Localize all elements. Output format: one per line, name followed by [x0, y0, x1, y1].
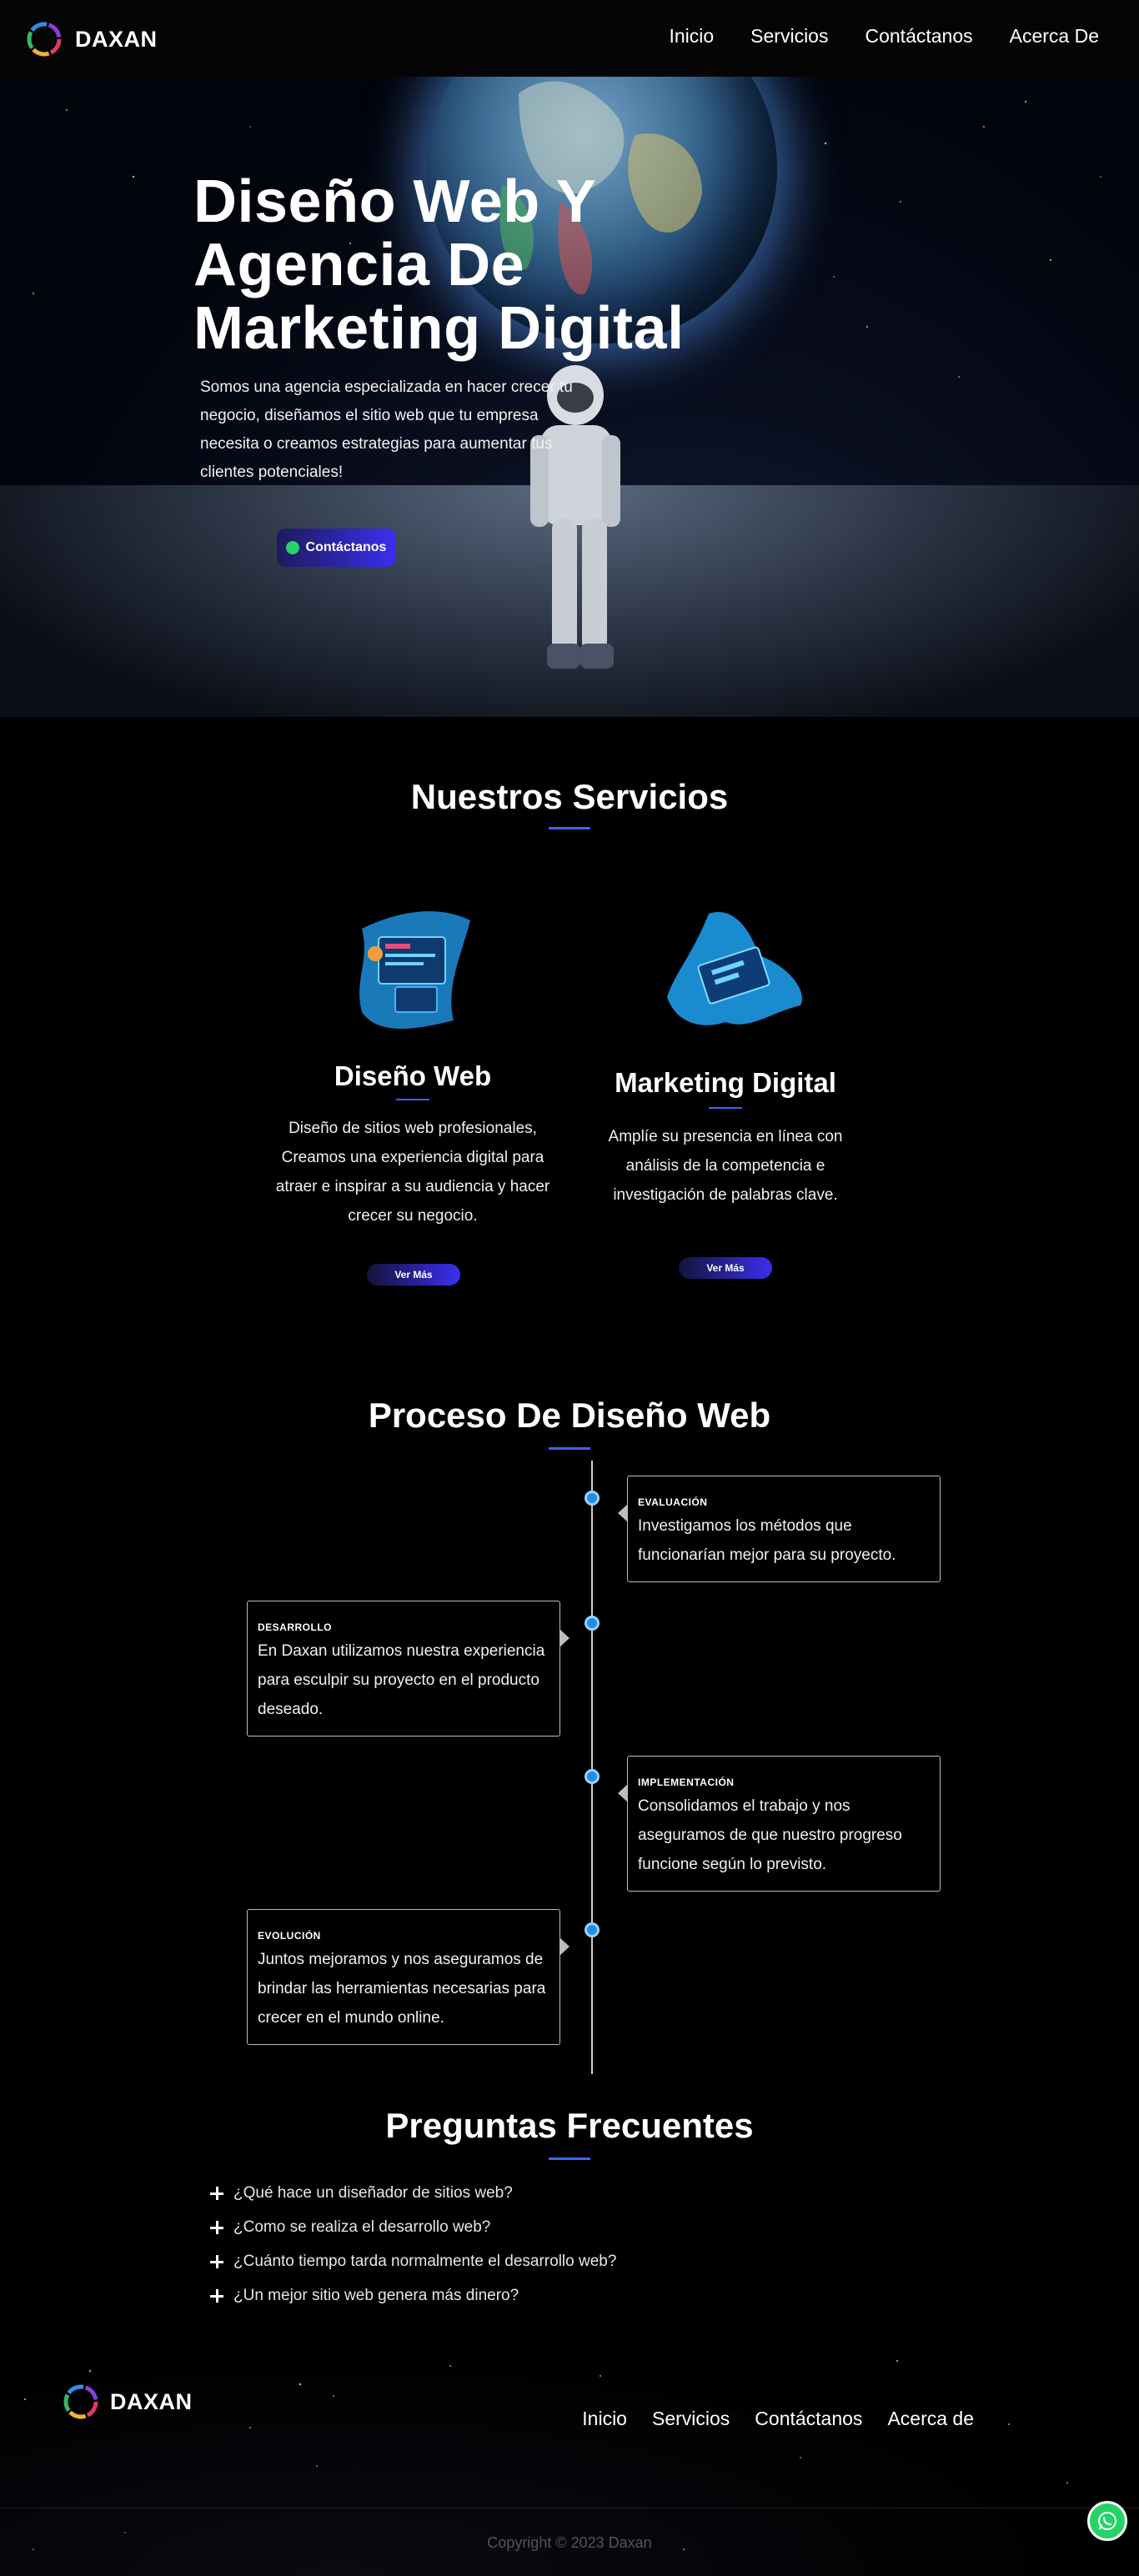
hero-title-line-3: Marketing Digital	[193, 295, 685, 362]
main-nav: Inicio Servicios Contáctanos Acerca De	[669, 25, 1099, 48]
footer-nav-acerca-de[interactable]: Acerca de	[887, 2408, 974, 2430]
nav-item-servicios[interactable]: Servicios	[750, 25, 828, 48]
footer-nav: Inicio Servicios Contáctanos Acerca de	[582, 2408, 974, 2430]
service-title-digital-marketing: Marketing Digital	[615, 1067, 836, 1098]
faq-question: ¿Como se realiza el desarrollo web?	[233, 2218, 491, 2236]
faq-title-underline	[549, 2158, 590, 2160]
web-design-illustration	[359, 911, 470, 1029]
timeline-arrow	[618, 1785, 627, 1802]
timeline-step-text: En Daxan utilizamos nuestra experiencia …	[258, 1642, 545, 1718]
nav-item-acerca-de[interactable]: Acerca De	[1010, 25, 1099, 48]
timeline-arrow	[618, 1505, 627, 1521]
whatsapp-icon	[285, 541, 299, 554]
timeline-line	[591, 1461, 593, 2074]
whatsapp-icon	[1098, 2512, 1116, 2530]
faq-item[interactable]: ¿Qué hace un diseñador de sitios web?	[210, 2176, 877, 2210]
timeline-step-label: EVOLUCIÓN	[258, 1930, 321, 1942]
nav-item-contactanos[interactable]: Contáctanos	[865, 25, 972, 48]
process-title-underline	[549, 1447, 590, 1450]
timeline-step-text: Investigamos los métodos que funcionaría…	[638, 1517, 896, 1564]
footer-logo[interactable]: DAXAN	[60, 2381, 193, 2423]
services-title-underline	[549, 827, 590, 829]
plus-icon	[210, 2220, 223, 2234]
site-footer: DAXAN Inicio Servicios Contáctanos Acerc…	[0, 2341, 1139, 2576]
hero-contact-button[interactable]: Contáctanos	[277, 529, 395, 567]
site-header: DAXAN Inicio Servicios Contáctanos Acerc…	[0, 0, 1139, 77]
timeline-step-label: IMPLEMENTACIÓN	[638, 1777, 735, 1788]
footer-nav-servicios[interactable]: Servicios	[652, 2408, 730, 2430]
timeline-step-label: EVALUACIÓN	[638, 1496, 708, 1508]
faq-title: Preguntas Frecuentes	[385, 2106, 754, 2145]
timeline-card-evolution: EVOLUCIÓN Juntos mejoramos y nos asegura…	[247, 1909, 570, 2045]
footer-nav-contactanos[interactable]: Contáctanos	[755, 2408, 862, 2430]
hero-title-line-2: Agencia De	[193, 232, 525, 298]
timeline-dot	[585, 1616, 600, 1631]
service-underline	[709, 1107, 742, 1109]
header-logo[interactable]: DAXAN	[23, 18, 158, 60]
plus-icon	[210, 2288, 223, 2303]
timeline-step-label: DESARROLLO	[258, 1621, 332, 1633]
service-underline	[396, 1099, 429, 1100]
web-design-more-button[interactable]: Ver Más	[367, 1264, 460, 1285]
whatsapp-float-button[interactable]	[1087, 2501, 1127, 2541]
timeline-card-development: DESARROLLO En Daxan utilizamos nuestra e…	[247, 1601, 570, 1737]
brand-name: DAXAN	[75, 26, 158, 52]
digital-marketing-illustration	[667, 912, 802, 1025]
timeline-dot	[585, 1491, 600, 1506]
timeline-card-evaluation: EVALUACIÓN Investigamos los métodos que …	[618, 1476, 941, 1582]
page: DAXAN Inicio Servicios Contáctanos Acerc…	[0, 0, 1139, 2576]
faq-list: ¿Qué hace un diseñador de sitios web? ¿C…	[210, 2176, 877, 2313]
faq-item[interactable]: ¿Como se realiza el desarrollo web?	[210, 2210, 877, 2244]
timeline-dot	[585, 1769, 600, 1784]
hero-section: Diseño Web Y Agencia De Marketing Digita…	[0, 77, 1139, 717]
process-title: Proceso De Diseño Web	[368, 1396, 771, 1435]
faq-item[interactable]: ¿Un mejor sitio web genera más dinero?	[210, 2278, 877, 2313]
timeline-arrow	[560, 1938, 570, 1955]
hero-contact-label: Contáctanos	[305, 540, 387, 554]
footer-nav-inicio[interactable]: Inicio	[582, 2408, 627, 2430]
digital-marketing-more-button[interactable]: Ver Más	[679, 1257, 772, 1279]
timeline-step-text: Juntos mejoramos y nos aseguramos de bri…	[258, 1951, 546, 2027]
copyright: Copyright © 2023 Daxan	[487, 2534, 652, 2551]
footer-brand-name: DAXAN	[110, 2388, 193, 2414]
daxan-logo-icon	[27, 22, 62, 57]
hero-description: Somos una agencia especializada en hacer…	[200, 378, 573, 481]
plus-icon	[210, 2186, 223, 2200]
service-desc-web-design: Diseño de sitios web profesionales, Crea…	[275, 1120, 550, 1225]
hero-title-line-1: Diseño Web Y	[193, 168, 597, 235]
timeline-dot	[585, 1922, 600, 1937]
service-title-web-design: Diseño Web	[334, 1060, 492, 1091]
hero-title: Diseño Web Y Agencia De Marketing Digita…	[193, 170, 710, 360]
nav-item-inicio[interactable]: Inicio	[669, 25, 714, 48]
faq-question: ¿Cuánto tiempo tarda normalmente el desa…	[233, 2252, 617, 2270]
timeline-card-implementation: IMPLEMENTACIÓN Consolidamos el trabajo y…	[618, 1756, 941, 1892]
faq-question: ¿Qué hace un diseñador de sitios web?	[233, 2183, 513, 2202]
services-title: Nuestros Servicios	[410, 777, 729, 816]
service-desc-digital-marketing: Amplíe su presencia en línea con análisi…	[608, 1128, 843, 1204]
faq-item[interactable]: ¿Cuánto tiempo tarda normalmente el desa…	[210, 2244, 877, 2278]
timeline-arrow	[560, 1630, 570, 1646]
daxan-logo-icon	[63, 2384, 98, 2419]
plus-icon	[210, 2254, 223, 2268]
faq-question: ¿Un mejor sitio web genera más dinero?	[233, 2286, 519, 2304]
timeline-step-text: Consolidamos el trabajo y nos aseguramos…	[638, 1797, 902, 1873]
